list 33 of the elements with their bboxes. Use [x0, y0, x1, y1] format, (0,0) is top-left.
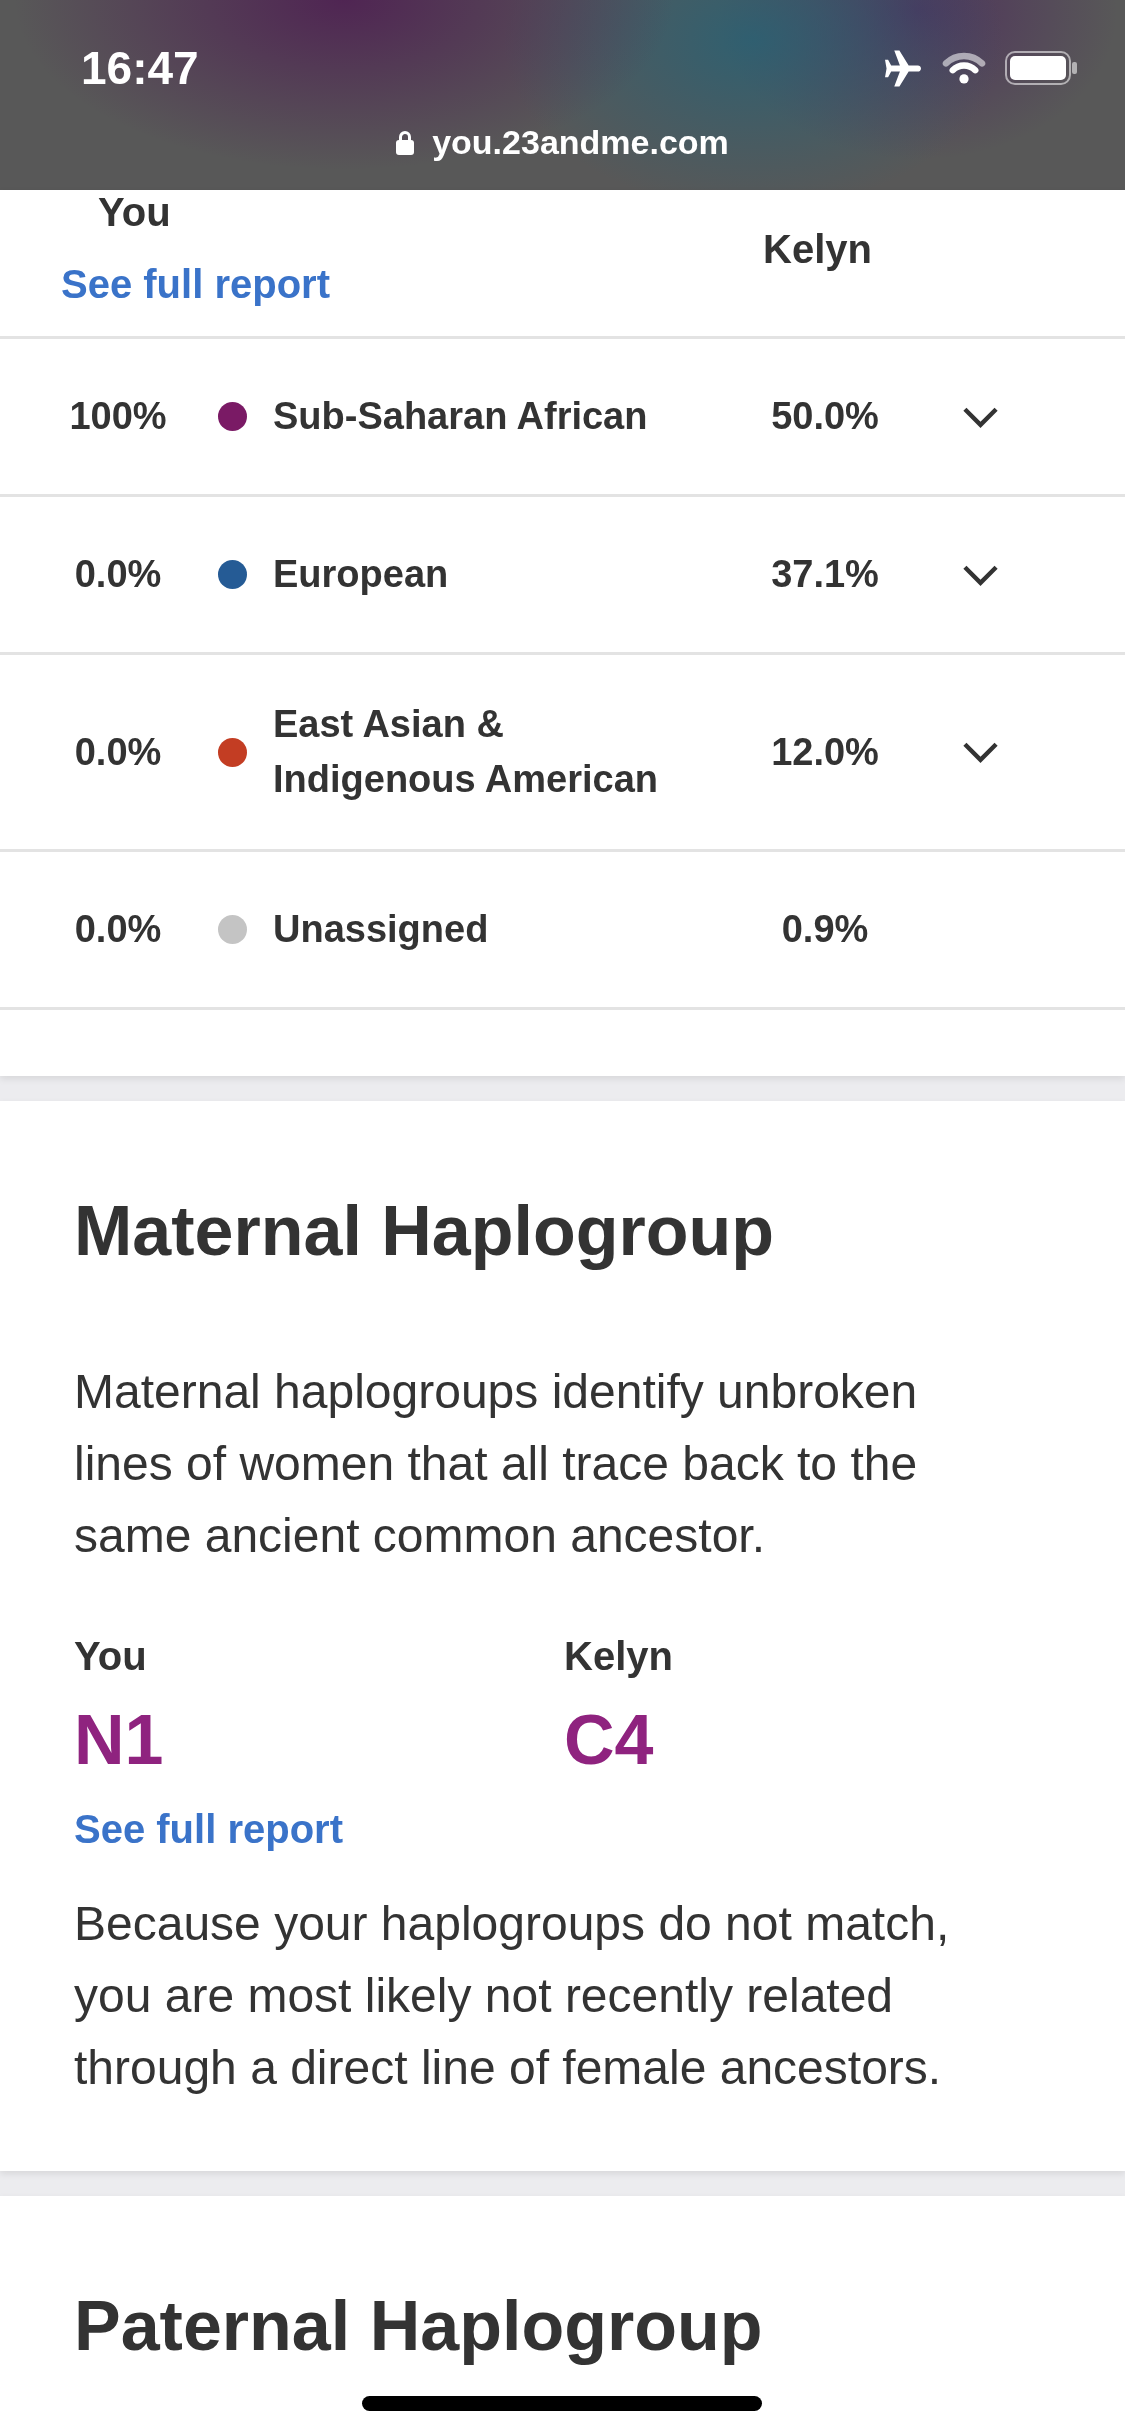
population-label: East Asian & Indigenous American [273, 702, 659, 802]
percentage-text: 0.0% [73, 552, 163, 597]
person-name: You [74, 1633, 147, 1680]
percentage-text: 100% [68, 394, 168, 439]
section-title: Maternal Haplogroup [74, 1191, 776, 1272]
percentage-text: 0.0% [73, 907, 163, 952]
haplogroup-value: N1 [74, 1700, 164, 1780]
column-header: Kelyn [763, 227, 872, 271]
population-label: European [273, 552, 450, 597]
lock-icon [396, 129, 415, 155]
chevron-down-icon[interactable] [962, 741, 999, 763]
battery-icon [1005, 51, 1077, 85]
column-header: You [98, 190, 171, 234]
population-label: Sub-Saharan African [273, 394, 649, 439]
population-label: Unassigned [273, 907, 490, 952]
status-time: 16:47 [81, 41, 199, 96]
section-title: Paternal Haplogroup [74, 2286, 764, 2367]
report-link[interactable]: See full report [61, 262, 330, 306]
percentage-text: 0.0% [73, 729, 163, 775]
chevron-down-icon[interactable] [962, 405, 999, 428]
chevron-down-icon[interactable] [962, 563, 999, 586]
person-name: Kelyn [564, 1633, 673, 1680]
percentage-text: 12.0% [770, 729, 880, 775]
percentage-text: 37.1% [770, 552, 880, 597]
percentage-text: 50.0% [770, 394, 880, 439]
conclusion-text: Because your haplogroups do not match, you are most likely not recently related through a direct line of female ancestors. [74, 1896, 951, 2096]
report-link[interactable]: See full report [74, 1805, 343, 1853]
wifi-icon [942, 52, 986, 84]
airplane-icon [883, 49, 923, 87]
url-text[interactable]: you.23andme.com [432, 122, 729, 162]
haplogroup-value: C4 [564, 1700, 654, 1780]
description-text: Maternal haplogroups identify unbroken lines of women that all trace back to the same ancient common ancestor. [74, 1364, 919, 1564]
percentage-text: 0.9% [780, 907, 870, 952]
